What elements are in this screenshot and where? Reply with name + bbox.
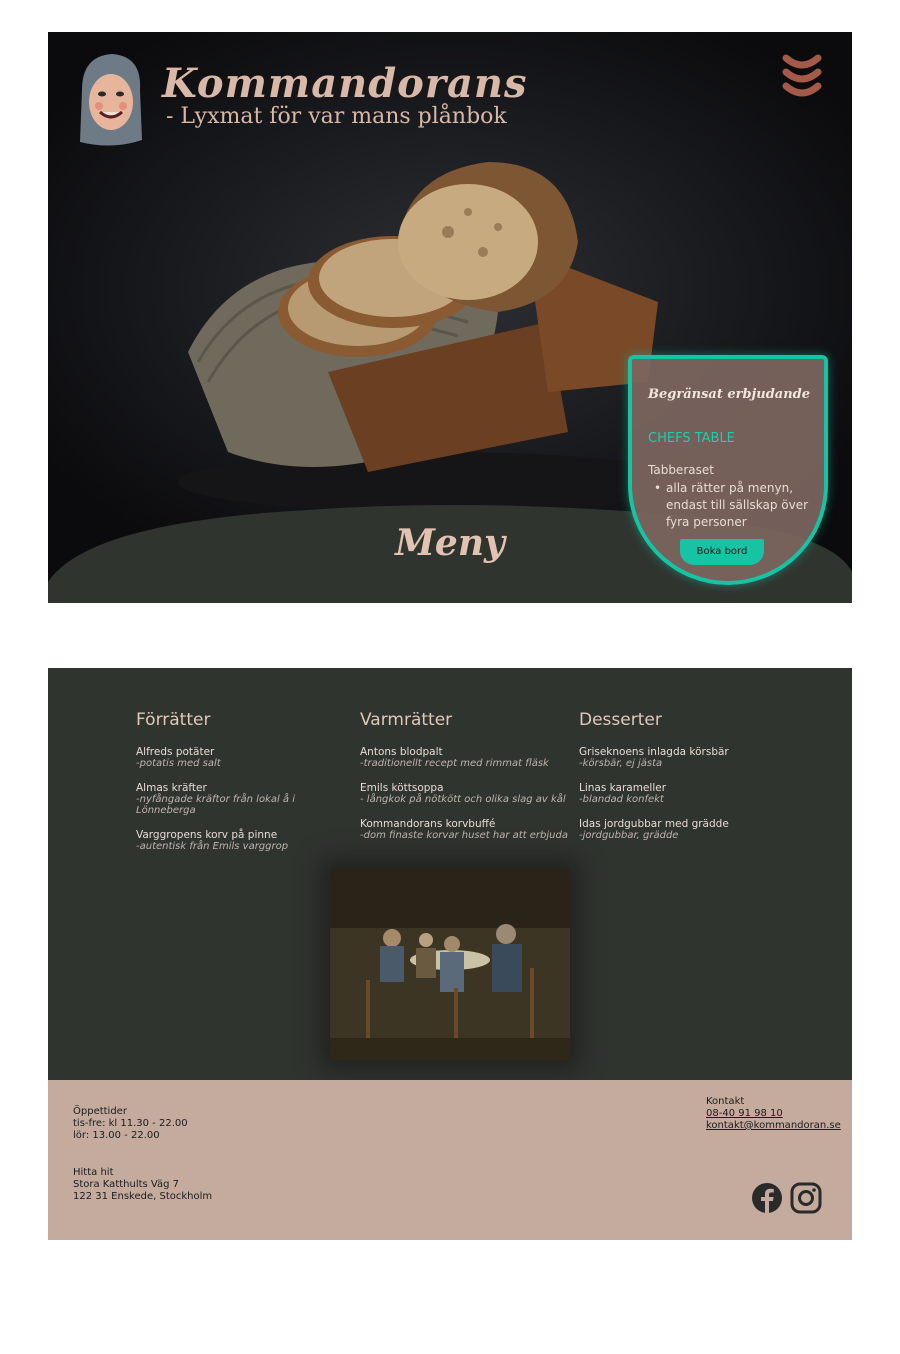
find-title: Hitta hit (73, 1167, 114, 1178)
dish-name: Kommandorans korvbuffé (360, 818, 496, 830)
dish-name: Alfreds potäter (136, 746, 215, 758)
hero-section: Kommandorans - Lyxmat för var mans plånb… (48, 32, 852, 603)
offer-card: Begränsat erbjudande CHEFS TABLE Tabbera… (628, 355, 828, 585)
brand-title: Kommandorans (162, 60, 528, 107)
menu-item: Emils köttsoppa - långkok på nötkött och… (360, 782, 580, 805)
dish-name: Griseknoens inlagda körsbär (579, 746, 729, 758)
menu-column-desserts: Desserter Griseknoens inlagda körsbär -k… (579, 710, 799, 854)
dish-description: - långkok på nötkött och olika slag av k… (360, 794, 566, 805)
menu-item: Alfreds potäter -potatis med salt (136, 746, 356, 769)
brand-subtitle: - Lyxmat för var mans plånbok (166, 104, 507, 129)
menu-item: Griseknoens inlagda körsbär -körsbär, ej… (579, 746, 799, 769)
bullet-dot: • (654, 481, 662, 495)
menu-item: Antons blodpalt -traditionellt recept me… (360, 746, 580, 769)
dish-description: -nyfångade kräftor från lokal å i Lönneb… (136, 794, 296, 816)
dish-description: -traditionellt recept med rimmat fläsk (360, 758, 549, 769)
hours-weekdays: tis-fre: kl 11.30 - 22.00 (73, 1118, 188, 1129)
address-city: 122 31 Enskede, Stockholm (73, 1191, 213, 1202)
footer: Öppettider tis-fre: kl 11.30 - 22.00 lör… (48, 1080, 852, 1240)
family-dinner-painting (330, 868, 570, 1060)
dish-name: Antons blodpalt (360, 746, 443, 758)
instagram-icon[interactable] (790, 1182, 822, 1214)
dish-name: Emils köttsoppa (360, 782, 444, 794)
dish-description: -körsbär, ej jästa (579, 758, 663, 769)
dish-description: -potatis med salt (136, 758, 221, 769)
column-heading: Desserter (579, 710, 662, 730)
hours-title: Öppettider (73, 1106, 127, 1117)
dish-name: Idas jordgubbar med grädde (579, 818, 729, 830)
phone-link[interactable]: 08-40 91 98 10 (706, 1108, 783, 1119)
menu-item: Almas kräfter -nyfångade kräftor från lo… (136, 782, 356, 816)
address-street: Stora Katthults Väg 7 (73, 1179, 180, 1190)
offer-subtitle: Tabberaset (648, 463, 714, 477)
offer-name: CHEFS TABLE (648, 431, 735, 446)
offer-title: Begränsat erbjudande (648, 387, 811, 402)
offer-bullet: • alla rätter på menyn, endast till säll… (654, 480, 814, 531)
dish-name: Varggropens korv på pinne (136, 829, 278, 841)
menu-item: Kommandorans korvbuffé -dom finaste korv… (360, 818, 580, 841)
facebook-icon[interactable] (751, 1182, 783, 1214)
sausage-menu-icon[interactable] (782, 52, 822, 98)
opening-hours: Öppettider tis-fre: kl 11.30 - 22.00 lör… (73, 1106, 188, 1142)
dish-description: -jordgubbar, grädde (579, 830, 679, 841)
menu-item: Idas jordgubbar med grädde -jordgubbar, … (579, 818, 799, 841)
offer-bullet-text: alla rätter på menyn, endast till sällsk… (666, 481, 809, 529)
menu-column-mains: Varmrätter Antons blodpalt -traditionell… (360, 710, 580, 854)
menu-section: Förrätter Alfreds potäter -potatis med s… (48, 668, 852, 1080)
bread-image (178, 162, 698, 512)
dish-name: Linas karameller (579, 782, 667, 794)
column-heading: Varmrätter (360, 710, 453, 730)
logo-grandma-portrait (80, 54, 142, 146)
menu-item: Varggropens korv på pinne -autentisk frå… (136, 829, 356, 852)
hours-saturday: lör: 13.00 - 22.00 (73, 1130, 160, 1141)
menu-item: Linas karameller -blandad konfekt (579, 782, 799, 805)
directions: Hitta hit Stora Katthults Väg 7 122 31 E… (73, 1167, 212, 1203)
contact: Kontakt 08-40 91 98 10 kontakt@kommandor… (706, 1096, 841, 1132)
email-link[interactable]: kontakt@kommandoran.se (706, 1120, 841, 1131)
dish-description: -dom finaste korvar huset har att erbjud… (360, 830, 568, 841)
menu-column-starters: Förrätter Alfreds potäter -potatis med s… (136, 710, 356, 865)
dish-name: Almas kräfter (136, 782, 207, 794)
dish-description: -blandad konfekt (579, 794, 664, 805)
contact-title: Kontakt (706, 1096, 745, 1107)
book-table-button[interactable]: Boka bord (680, 539, 764, 565)
column-heading: Förrätter (136, 710, 211, 730)
dish-description: -autentisk från Emils varggrop (136, 841, 289, 852)
